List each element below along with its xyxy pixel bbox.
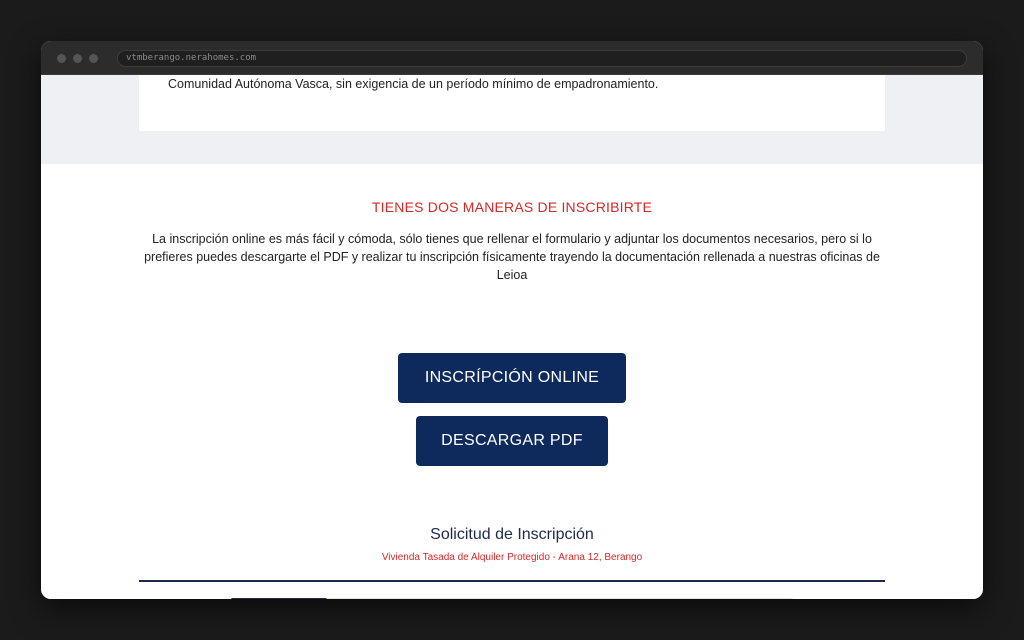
progress-track [231,598,793,599]
address-bar[interactable]: vtmberango.nerahomes.com [117,50,967,67]
download-pdf-button[interactable]: DESCARGAR PDF [416,416,608,466]
browser-titlebar: vtmberango.nerahomes.com [41,41,983,75]
close-window-dot[interactable] [57,54,66,63]
address-bar-url: vtmberango.nerahomes.com [126,53,257,63]
eligibility-text: Comunidad Autónoma Vasca, sin exigencia … [168,77,659,91]
section-title: TIENES DOS MANERAS DE INSCRIBIRTE [371,199,653,215]
form-title: Solicitud de Inscripción [430,526,594,543]
browser-window: vtmberango.nerahomes.com Comunidad Autón… [41,41,983,599]
form-divider [139,580,885,582]
form-subtitle: Vivienda Tasada de Alquiler Protegido - … [381,552,643,563]
online-registration-button[interactable]: INSCRÍPCIÓN ONLINE [398,353,626,403]
section-intro: La inscripción online es más fácil y cóm… [144,232,880,282]
progress-fill [231,598,327,599]
minimize-window-dot[interactable] [73,54,82,63]
page-viewport: Comunidad Autónoma Vasca, sin exigencia … [41,75,983,599]
maximize-window-dot[interactable] [89,54,98,63]
